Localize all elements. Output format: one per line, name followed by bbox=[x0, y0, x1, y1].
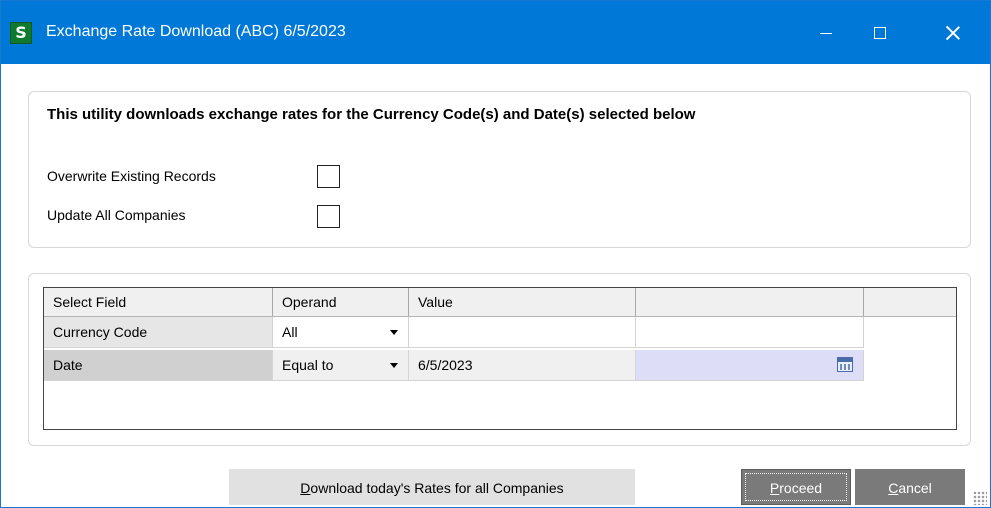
download-todays-rates-button[interactable]: Download today's Rates for all Companies bbox=[229, 469, 635, 505]
selection-grid: Select Field Operand Value Currency Code… bbox=[43, 287, 957, 430]
value-input[interactable] bbox=[409, 317, 636, 348]
download-hotkey: D bbox=[300, 480, 311, 496]
title-bar[interactable]: Exchange Rate Download (ABC) 6/5/2023 bbox=[1, 1, 990, 64]
resize-grip-icon[interactable] bbox=[973, 491, 987, 505]
utility-description: This utility downloads exchange rates fo… bbox=[47, 106, 696, 123]
window-title: Exchange Rate Download (ABC) 6/5/2023 bbox=[46, 23, 346, 40]
proceed-button[interactable]: Proceed bbox=[741, 469, 851, 505]
cancel-hotkey: C bbox=[888, 480, 899, 496]
minimize-button[interactable] bbox=[803, 15, 849, 51]
close-icon bbox=[946, 26, 960, 40]
update-all-companies-label: Update All Companies bbox=[47, 207, 186, 223]
value-to-input[interactable] bbox=[636, 317, 864, 348]
chevron-down-icon[interactable] bbox=[390, 363, 398, 368]
overwrite-existing-records-checkbox[interactable] bbox=[317, 165, 340, 188]
operand-select[interactable]: Equal to bbox=[273, 350, 409, 381]
column-header-value[interactable]: Value bbox=[409, 288, 636, 316]
close-button[interactable] bbox=[930, 15, 976, 51]
calendar-icon[interactable] bbox=[837, 357, 853, 372]
column-header-operand[interactable]: Operand bbox=[273, 288, 409, 316]
operand-value: Equal to bbox=[282, 357, 334, 373]
chevron-down-icon[interactable] bbox=[390, 330, 398, 335]
grid-header: Select Field Operand Value bbox=[44, 288, 956, 317]
overwrite-existing-records-label: Overwrite Existing Records bbox=[47, 168, 216, 184]
download-label: ownload today's Rates for all Companies bbox=[310, 480, 564, 496]
sage-s-icon bbox=[10, 22, 32, 44]
cancel-label: ancel bbox=[898, 480, 932, 496]
operand-select[interactable]: All bbox=[273, 317, 409, 348]
table-row[interactable]: Currency Code All bbox=[44, 317, 864, 348]
cancel-button[interactable]: Cancel bbox=[855, 469, 965, 505]
select-field-cell[interactable]: Currency Code bbox=[44, 317, 273, 348]
maximize-button[interactable] bbox=[857, 15, 903, 51]
update-all-companies-checkbox[interactable] bbox=[317, 205, 340, 228]
date-value-input[interactable]: 6/5/2023 bbox=[409, 350, 636, 381]
operand-value: All bbox=[282, 324, 298, 340]
minimize-icon bbox=[820, 32, 832, 34]
exchange-rate-download-window: Exchange Rate Download (ABC) 6/5/2023 Th… bbox=[0, 0, 991, 508]
select-field-cell[interactable]: Date bbox=[44, 350, 273, 381]
maximize-icon bbox=[874, 27, 886, 39]
column-header-value-to[interactable] bbox=[636, 288, 864, 316]
date-to-input[interactable] bbox=[636, 350, 864, 381]
column-header-select-field[interactable]: Select Field bbox=[44, 288, 273, 316]
focus-rectangle bbox=[745, 473, 847, 501]
table-row[interactable]: Date Equal to 6/5/2023 bbox=[44, 350, 864, 381]
